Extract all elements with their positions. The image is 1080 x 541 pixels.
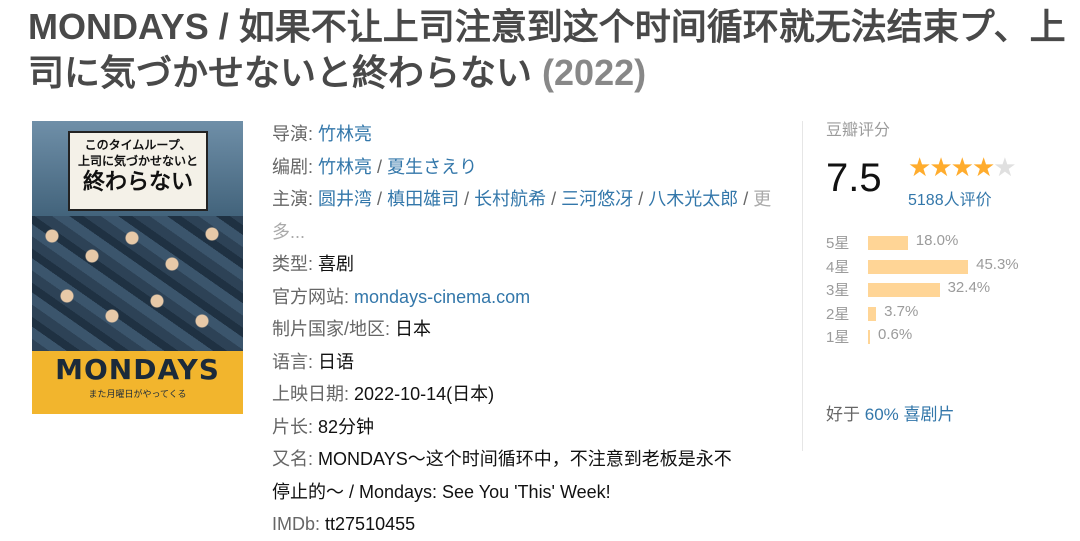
movie-poster[interactable]: このタイムループ、 上司に気づかせないと 終わらない MONDAYS また月曜日… bbox=[32, 121, 243, 414]
aka-row: 又名: MONDAYS～这个时间循环中，不注意到老板是永不 bbox=[272, 443, 792, 476]
country-row: 制片国家/地区: 日本 bbox=[272, 313, 792, 346]
release-value: 2022-10-14(日本) bbox=[354, 384, 495, 404]
director-link[interactable]: 竹林亮 bbox=[318, 124, 372, 144]
separator: / bbox=[377, 189, 383, 209]
rating-row-label: 5星 bbox=[826, 235, 850, 252]
divider bbox=[802, 121, 803, 451]
writer-link[interactable]: 夏生さえり bbox=[387, 157, 477, 177]
page-title: MONDAYS / 如果不让上司注意到这个时间循环就无法结束プ、上司に気づかせな… bbox=[28, 4, 1073, 96]
cast-link[interactable]: 圆井湾 bbox=[318, 189, 372, 209]
poster-subtitle: また月曜日がやってくる bbox=[88, 390, 187, 400]
rating-row-percent: 45.3% bbox=[976, 255, 1019, 273]
director-label: 导演: bbox=[272, 124, 314, 144]
language-value: 日语 bbox=[318, 351, 355, 372]
star-icon: ★ bbox=[908, 152, 931, 182]
rating-row-percent: 32.4% bbox=[947, 279, 991, 296]
language-row: 语言: 日语 bbox=[272, 346, 792, 379]
aka-row-cont: 停止的～ / Mondays: See You 'This' Week! bbox=[272, 476, 792, 509]
star-icon: ★ bbox=[971, 152, 995, 182]
director-row: 导演: 竹林亮 bbox=[272, 118, 792, 151]
cast-link[interactable]: 槙田雄司 bbox=[387, 189, 459, 209]
writer-row: 编剧: 竹林亮 / 夏生さえり bbox=[272, 151, 792, 184]
imdb-label: IMDb: bbox=[272, 514, 321, 534]
star-icon: ★ bbox=[950, 152, 974, 182]
vote-count-link[interactable]: 5188人评价 bbox=[908, 186, 992, 210]
poster-artwork bbox=[32, 216, 243, 351]
rating-row-label: 4星 bbox=[826, 258, 850, 276]
writer-label: 编剧: bbox=[272, 156, 314, 177]
poster-title-box: このタイムループ、 上司に気づかせないと 終わらない bbox=[68, 131, 208, 211]
aka-label: 又名: bbox=[272, 449, 314, 469]
movie-year: (2022) bbox=[542, 52, 647, 93]
better-than: 好于 60% 喜剧片 bbox=[826, 400, 954, 425]
rating-row-label: 1星 bbox=[826, 329, 850, 346]
separator: / bbox=[638, 189, 644, 209]
rating-label: 豆瓣评分 bbox=[826, 122, 891, 139]
website-label: 官方网站: bbox=[272, 286, 350, 307]
separator: / bbox=[377, 156, 383, 177]
cast-link[interactable]: 八木光太郎 bbox=[648, 189, 738, 209]
rating-bar bbox=[868, 330, 870, 344]
better-prefix: 好于 bbox=[826, 405, 860, 424]
separator: / bbox=[551, 189, 557, 209]
rating-row-percent: 18.0% bbox=[915, 232, 959, 249]
rating-row-percent: 0.6% bbox=[878, 326, 913, 343]
runtime-value: 82分钟 bbox=[318, 416, 375, 437]
runtime-row: 片长: 82分钟 bbox=[272, 411, 792, 444]
movie-info: 导演: 竹林亮 编剧: 竹林亮 / 夏生さえり 主演: 圆井湾 / 槙田雄司 /… bbox=[272, 118, 792, 541]
better-than-link[interactable]: 60% 喜剧片 bbox=[865, 405, 955, 424]
poster-title-line3: 終わらない bbox=[82, 170, 193, 195]
genre-value: 喜剧 bbox=[318, 254, 355, 274]
imdb-row: IMDb: tt27510455 bbox=[272, 508, 792, 541]
rating-bar bbox=[868, 236, 908, 250]
aka-value-line1: MONDAYS～这个时间循环中，不注意到老板是永不 bbox=[318, 449, 732, 469]
writer-link[interactable]: 竹林亮 bbox=[318, 157, 372, 177]
poster-title-line1: このタイムループ、 bbox=[84, 138, 192, 152]
rating-bar bbox=[868, 283, 940, 297]
release-row: 上映日期: 2022-10-14(日本) bbox=[272, 378, 792, 411]
country-value: 日本 bbox=[395, 319, 432, 339]
language-label: 语言: bbox=[272, 351, 314, 372]
rating-row-label: 2星 bbox=[826, 305, 850, 323]
poster-title-line2: 上司に気づかせないと bbox=[77, 154, 198, 168]
rating-row-label: 3星 bbox=[826, 282, 850, 299]
cast-link[interactable]: 三河悠冴 bbox=[561, 189, 633, 209]
rating-bar bbox=[868, 259, 969, 274]
rating-panel: 豆瓣评分 7.5 ★★★★★ 5188人评价 5星 18.0% 4星 45.3% 3星 3… bbox=[826, 116, 1066, 424]
genre-label: 类型: bbox=[272, 254, 314, 274]
rating-score: 7.5 bbox=[826, 156, 882, 200]
rating-bar bbox=[868, 306, 877, 321]
release-label: 上映日期: bbox=[272, 384, 350, 404]
cast-row: 主演: 圆井湾 / 槙田雄司 / 长村航希 / 三河悠冴 / 八木光太郎 / 更… bbox=[272, 183, 792, 248]
poster-logo: MONDAYS bbox=[55, 353, 220, 386]
website-link[interactable]: mondays-cinema.com bbox=[354, 287, 530, 307]
country-label: 制片国家/地区: bbox=[272, 319, 391, 339]
rating-stars: ★★★★★ bbox=[908, 152, 1017, 183]
imdb-value: tt27510455 bbox=[325, 514, 416, 534]
cast-label: 主演: bbox=[272, 189, 314, 209]
star-icon: ★ bbox=[929, 152, 952, 182]
genre-row: 类型: 喜剧 bbox=[272, 248, 792, 281]
rating-row-percent: 3.7% bbox=[884, 302, 919, 320]
runtime-label: 片长: bbox=[272, 416, 314, 437]
separator: / bbox=[464, 189, 470, 209]
separator: / bbox=[743, 189, 749, 209]
star-empty-icon: ★ bbox=[993, 152, 1016, 182]
website-row: 官方网站: mondays-cinema.com bbox=[272, 281, 792, 314]
cast-link[interactable]: 长村航希 bbox=[474, 189, 546, 209]
aka-value-line2: 停止的～ / Mondays: See You 'This' Week! bbox=[272, 481, 611, 502]
